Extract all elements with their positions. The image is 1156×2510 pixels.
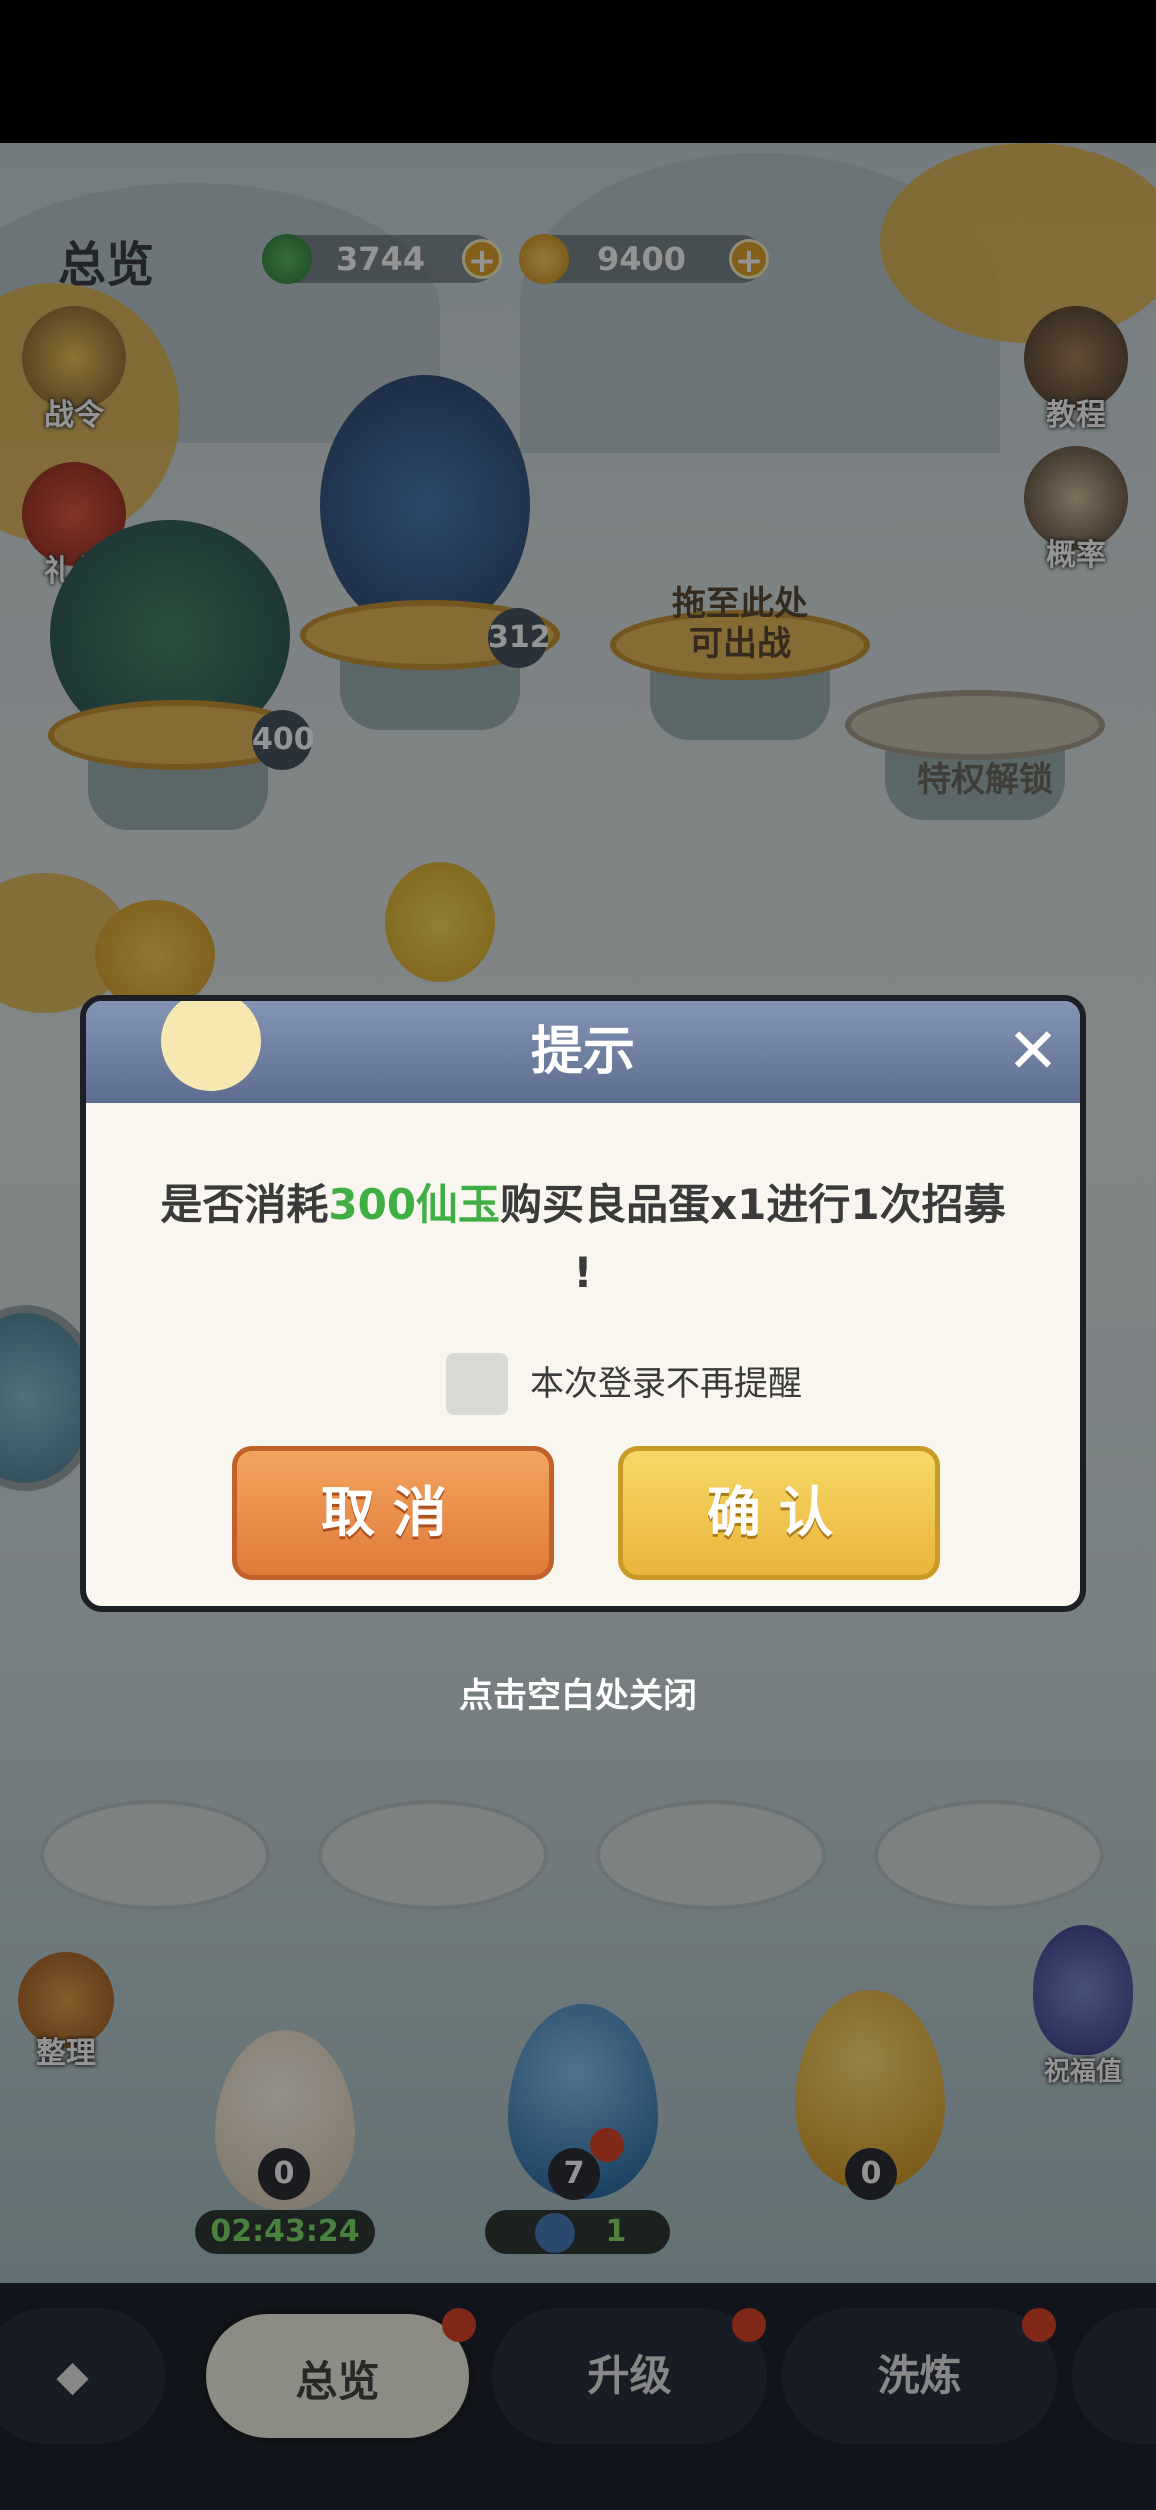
dialog-message: 是否消耗300仙玉购买良品蛋x1进行1次招募!	[126, 1171, 1040, 1307]
tap-to-close-hint: 点击空白处关闭	[459, 1676, 697, 1716]
dont-remind-checkbox[interactable]	[446, 1353, 508, 1415]
message-cost: 300仙玉	[328, 1180, 501, 1229]
close-icon[interactable]: ✕	[1001, 1019, 1065, 1083]
confirm-button[interactable]: 确认	[618, 1446, 940, 1580]
message-prefix: 是否消耗	[160, 1180, 329, 1229]
dialog-title: 提示	[530, 1022, 635, 1082]
dont-remind-label: 本次登录不再提醒	[530, 1364, 802, 1404]
message-suffix: 购买良品蛋x1进行1次招募	[500, 1180, 1006, 1229]
confirm-dialog: 提示 ✕ 是否消耗300仙玉购买良品蛋x1进行1次招募! 本次登录不再提醒 取消…	[80, 995, 1086, 1612]
cancel-button[interactable]: 取消	[232, 1446, 554, 1580]
message-end: !	[573, 1248, 593, 1297]
